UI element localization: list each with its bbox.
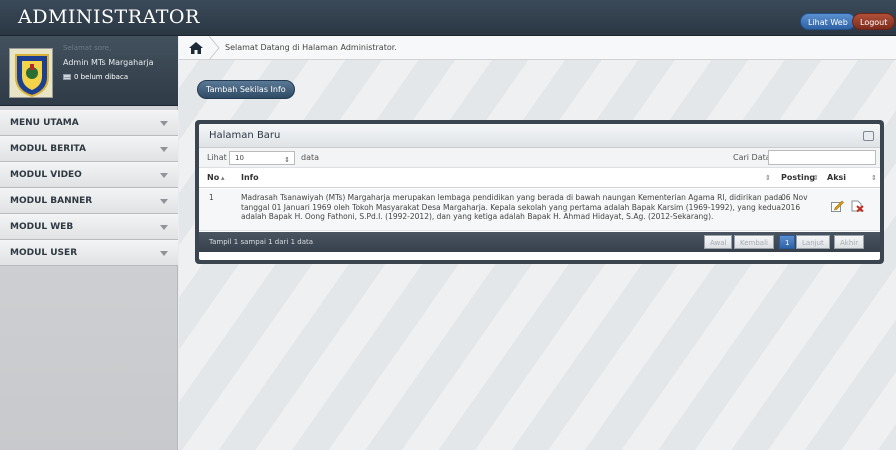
show-entries-label: Lihat	[207, 153, 227, 162]
search-input[interactable]	[768, 150, 876, 165]
show-entries-select[interactable]: 10 ⇕	[229, 151, 295, 165]
sidebar-item-modul-berita[interactable]: MODUL BERITA	[0, 136, 178, 162]
sidebar-item-modul-banner[interactable]: MODUL BANNER	[0, 188, 178, 214]
home-icon[interactable]	[189, 42, 203, 54]
table-row: 1 Madrasah Tsanawiyah (MTs) Margaharja m…	[199, 189, 880, 231]
sidebar-item-modul-user[interactable]: MODUL USER	[0, 240, 178, 266]
pagination-prev[interactable]: Kembali	[734, 235, 774, 249]
row-info-line: tanggal 01 Januari 1969 oleh Tokoh Masya…	[241, 202, 781, 212]
pagination-info: Tampil 1 sampai 1 dari 1 data	[209, 238, 314, 246]
sidebar-item-label: MENU UTAMA	[10, 118, 79, 128]
sidebar-item-label: MODUL VIDEO	[10, 170, 82, 180]
sort-icon: ⇕	[765, 174, 771, 182]
pagination-current-page[interactable]: 1	[779, 235, 796, 249]
row-posting-year: 2016	[781, 202, 801, 212]
panel-title: Halaman Baru	[209, 130, 281, 141]
pagination-next[interactable]: Lanjut	[796, 235, 830, 249]
chevron-down-icon	[160, 173, 168, 178]
select-caret-icon: ⇕	[284, 156, 290, 164]
app-title: ADMINISTRATOR	[18, 6, 200, 28]
breadcrumb-separator-icon	[209, 36, 220, 60]
chevron-down-icon	[160, 121, 168, 126]
logout-button[interactable]: Logout	[852, 13, 896, 30]
profile-panel: Selamat sore, Admin MTs Margaharja 0 bel…	[0, 36, 178, 106]
sidebar: Selamat sore, Admin MTs Margaharja 0 bel…	[0, 36, 178, 450]
sidebar-item-label: MODUL WEB	[10, 222, 74, 232]
table-controls: Lihat 10 ⇕ data Cari Data:	[199, 148, 880, 168]
admin-name: Admin MTs Margaharja	[63, 58, 154, 67]
panel-header: Halaman Baru	[199, 124, 880, 148]
sort-icon: ⇕	[871, 174, 877, 182]
breadcrumb: Selamat Datang di Halaman Administrator.	[179, 36, 896, 60]
column-header-posting[interactable]: Posting	[781, 173, 815, 182]
unread-messages[interactable]: 0 belum dibaca	[63, 73, 128, 81]
column-header-aksi: Aksi	[827, 173, 847, 182]
chevron-down-icon	[160, 225, 168, 230]
breadcrumb-text: Selamat Datang di Halaman Administrator.	[225, 43, 397, 52]
sidebar-item-label: MODUL BERITA	[10, 144, 86, 154]
table-header: No ▴ Info ⇕ Posting ⇕ Aksi ⇕	[199, 169, 880, 188]
pagination-last[interactable]: Akhir	[834, 235, 865, 249]
pagination-first[interactable]: Awal	[704, 235, 733, 249]
column-header-no[interactable]: No	[207, 173, 219, 182]
content-panel: Halaman Baru Lihat 10 ⇕ data Cari Data: …	[195, 120, 884, 264]
sidebar-item-modul-web[interactable]: MODUL WEB	[0, 214, 178, 240]
sort-icon: ⇕	[813, 174, 819, 182]
delete-icon[interactable]	[851, 200, 864, 212]
sidebar-item-modul-video[interactable]: MODUL VIDEO	[0, 162, 178, 188]
greeting-text: Selamat sore,	[63, 44, 112, 52]
add-info-button[interactable]: Tambah Sekilas Info	[197, 80, 295, 99]
show-entries-value: 10	[235, 154, 244, 162]
chevron-down-icon	[160, 147, 168, 152]
chevron-down-icon	[160, 199, 168, 204]
row-posting-date: 06 Nov	[781, 193, 808, 202]
sidebar-item-label: MODUL BANNER	[10, 196, 93, 206]
table-footer: Tampil 1 sampai 1 dari 1 data Awal Kemba…	[199, 232, 880, 252]
row-number: 1	[209, 193, 214, 202]
sort-asc-icon: ▴	[221, 174, 225, 182]
collapse-icon[interactable]	[863, 131, 874, 141]
sidebar-item-label: MODUL USER	[10, 248, 78, 258]
panel-body: Halaman Baru Lihat 10 ⇕ data Cari Data: …	[199, 124, 880, 260]
view-website-button[interactable]: Lihat Web	[800, 13, 856, 30]
show-entries-suffix: data	[301, 153, 320, 162]
sidebar-item-menu-utama[interactable]: MENU UTAMA	[0, 110, 178, 136]
sidebar-menu: MENU UTAMA MODUL BERITA MODUL VIDEO MODU…	[0, 110, 178, 266]
row-info-line: Madrasah Tsanawiyah (MTs) Margaharja mer…	[241, 193, 783, 202]
edit-icon[interactable]	[831, 200, 844, 212]
top-header: ADMINISTRATOR Lihat Web Logout	[0, 0, 896, 36]
column-header-info[interactable]: Info	[241, 173, 259, 182]
avatar	[9, 48, 53, 98]
mail-icon	[63, 74, 71, 80]
row-info-line: adalah Bapak H. Oong Fathoni, S.Pd.I. (1…	[241, 212, 714, 221]
unread-count-label: 0 belum dibaca	[74, 73, 129, 81]
main-content: Selamat Datang di Halaman Administrator.…	[179, 36, 896, 450]
chevron-down-icon	[160, 251, 168, 256]
